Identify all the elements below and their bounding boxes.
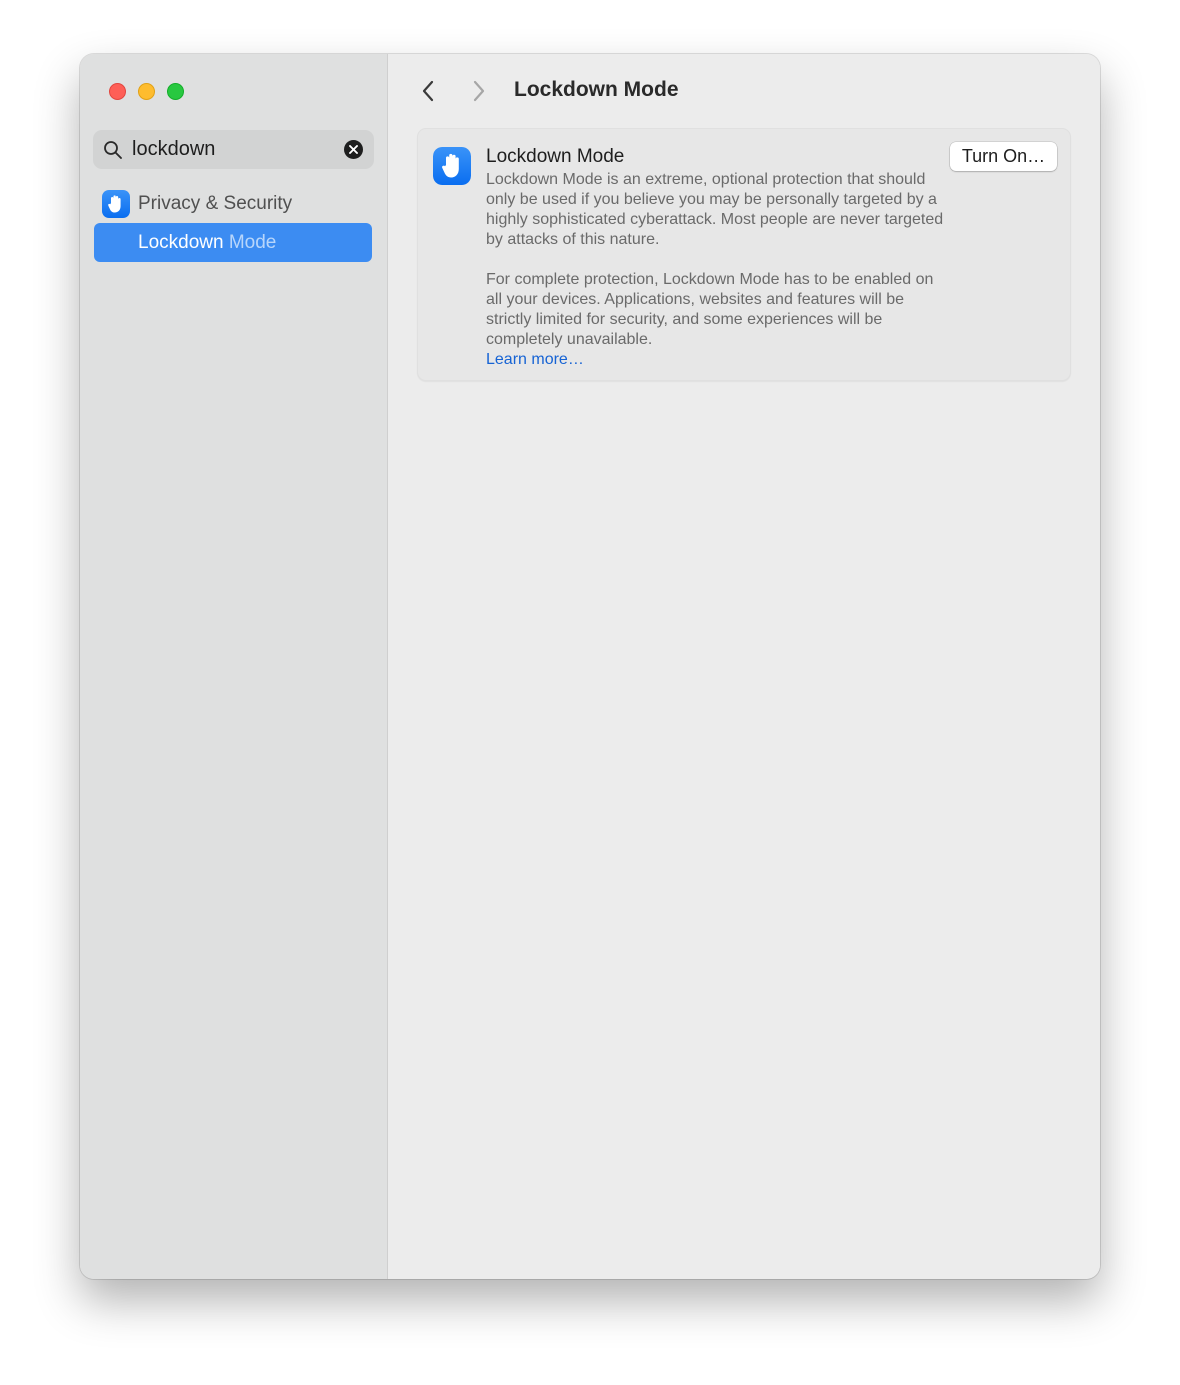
chevron-left-icon — [422, 80, 434, 102]
search-rest-text: Mode — [223, 231, 277, 253]
toolbar: Lockdown Mode — [388, 54, 1100, 126]
system-settings-window: Privacy & Security Lockdown Mode Lockdow… — [80, 54, 1100, 1279]
description-paragraph-2: For complete protection, Lockdown Mode h… — [486, 271, 934, 348]
magnifying-glass-icon — [104, 140, 122, 159]
search-field[interactable] — [93, 130, 374, 169]
zoom-window-button[interactable] — [167, 83, 184, 100]
page-title: Lockdown Mode — [514, 78, 679, 101]
sidebar-item-lockdown-mode[interactable]: Lockdown Mode — [94, 223, 372, 262]
window-controls — [109, 83, 184, 100]
description-paragraph-1: Lockdown Mode is an extreme, optional pr… — [486, 171, 944, 248]
learn-more-link[interactable]: Learn more… — [486, 350, 946, 370]
sidebar-item-label: Lockdown Mode — [138, 232, 276, 254]
card-description: Lockdown Mode is an extreme, optional pr… — [486, 170, 946, 370]
sidebar-item-label: Privacy & Security — [138, 192, 293, 214]
minimize-window-button[interactable] — [138, 83, 155, 100]
sidebar: Privacy & Security Lockdown Mode — [80, 54, 388, 1279]
sidebar-item-privacy-security[interactable]: Privacy & Security — [94, 184, 372, 223]
clear-search-icon[interactable] — [344, 140, 363, 159]
main-pane: Lockdown Mode Lockdown Mode Lockdown Mod… — [388, 54, 1100, 1279]
back-button[interactable] — [416, 78, 440, 104]
search-match-text: Lockdown — [138, 231, 224, 253]
card-title: Lockdown Mode — [486, 146, 625, 167]
lockdown-mode-card: Lockdown Mode Lockdown Mode is an extrem… — [417, 128, 1071, 381]
forward-button[interactable] — [467, 78, 491, 104]
raised-hand-icon — [102, 189, 130, 218]
search-input[interactable] — [132, 138, 332, 161]
turn-on-button[interactable]: Turn On… — [950, 142, 1057, 171]
chevron-right-icon — [473, 80, 485, 102]
close-window-button[interactable] — [109, 83, 126, 100]
raised-hand-icon — [433, 147, 471, 185]
